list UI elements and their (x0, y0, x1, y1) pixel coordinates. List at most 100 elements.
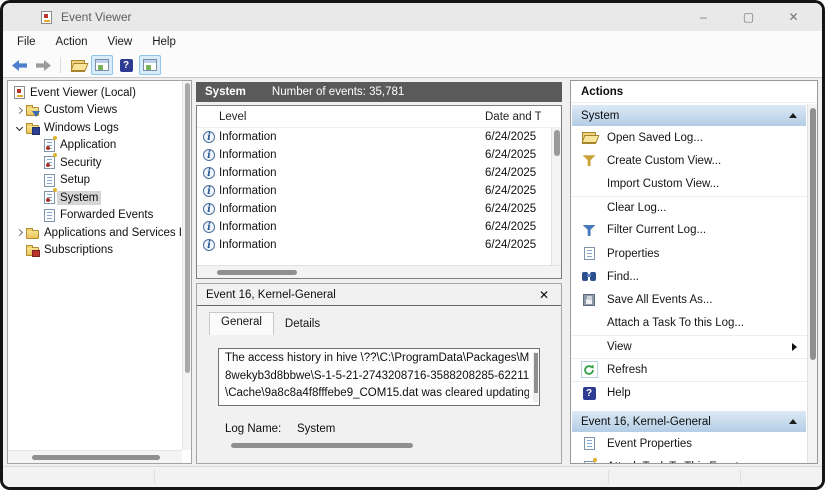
event-row[interactable]: Information 6/24/2025 (197, 128, 561, 146)
information-icon (203, 221, 215, 233)
tree-item-forwarded-events[interactable]: Forwarded Events (8, 207, 181, 225)
action-help[interactable]: Help (571, 381, 807, 404)
help-icon (120, 59, 133, 72)
menu-action[interactable]: Action (46, 36, 98, 48)
console-tree-icon (95, 59, 109, 71)
tree-item-label-selected: System (57, 191, 101, 205)
refresh-icon (581, 361, 598, 378)
submenu-arrow-icon (792, 343, 797, 351)
action-view[interactable]: View (571, 335, 807, 358)
menu-help[interactable]: Help (142, 36, 186, 48)
maximize-button[interactable]: ▢ (726, 3, 771, 31)
open-saved-log-button[interactable] (67, 55, 89, 75)
action-properties[interactable]: Properties (571, 242, 807, 265)
event-row[interactable]: Information 6/24/2025 (197, 236, 561, 254)
column-level[interactable]: Level (197, 111, 485, 123)
column-date-time[interactable]: Date and Time (485, 111, 541, 123)
funnel-icon (583, 155, 596, 166)
tree-item-application[interactable]: Application (8, 137, 181, 155)
action-refresh[interactable]: Refresh (571, 358, 807, 381)
log-name-label: Log Name: (225, 423, 297, 435)
scrollbar-thumb[interactable] (534, 353, 538, 393)
event-viewer-icon (14, 86, 25, 99)
section-header-label: System (581, 110, 619, 122)
action-filter-current-log[interactable]: Filter Current Log... (571, 219, 807, 242)
console-tree-toggle-button[interactable] (91, 55, 113, 75)
preview-header: Event 16, Kernel-General ✕ (197, 284, 561, 306)
tree-item-windows-logs[interactable]: Windows Logs (8, 119, 181, 137)
scrollbar-thumb[interactable] (231, 443, 413, 448)
event-row[interactable]: Information 6/24/2025 (197, 200, 561, 218)
tree-horizontal-scrollbar[interactable] (8, 450, 182, 463)
description-scrollbar[interactable] (533, 352, 538, 402)
event-description-box[interactable]: The access history in hive \??\C:\Progra… (218, 348, 540, 406)
menu-view[interactable]: View (98, 36, 143, 48)
tab-general[interactable]: General (209, 312, 274, 335)
action-attach-task-to-event[interactable]: Attach Task To This Event... (571, 455, 807, 463)
tree-item-applications-services-logs[interactable]: Applications and Services Logs (8, 224, 181, 242)
action-attach-task-to-log[interactable]: Attach a Task To this Log... (571, 312, 807, 335)
actions-section-system[interactable]: System (572, 105, 806, 126)
preview-close-icon[interactable]: ✕ (539, 288, 549, 302)
tree-item-label: Applications and Services Logs (44, 227, 181, 239)
minimize-button[interactable]: – (681, 3, 726, 31)
tab-details[interactable]: Details (274, 312, 331, 335)
actions-vertical-scrollbar[interactable] (807, 104, 817, 463)
scrollbar-thumb[interactable] (185, 83, 190, 373)
action-label: Properties (607, 248, 659, 260)
action-save-all-events-as[interactable]: Save All Events As... (571, 288, 807, 311)
log-name-value: System (297, 423, 335, 435)
event-row[interactable]: Information 6/24/2025 (197, 146, 561, 164)
action-event-properties[interactable]: Event Properties (571, 432, 807, 455)
action-label: Help (607, 387, 631, 399)
collapse-icon[interactable] (789, 419, 797, 424)
title-bar[interactable]: Event Viewer – ▢ ✕ (3, 3, 822, 31)
actions-title: Actions (571, 81, 817, 103)
list-horizontal-scrollbar[interactable] (197, 265, 561, 278)
log-header-bar: System Number of events: 35,781 (196, 82, 562, 102)
tree-item-system[interactable]: System (8, 189, 181, 207)
information-icon (203, 131, 215, 143)
description-line: The access history in hive \??\C:\Progra… (225, 350, 529, 368)
expander-expanded-icon[interactable] (12, 125, 26, 130)
list-vertical-scrollbar[interactable] (551, 128, 561, 265)
preview-horizontal-scrollbar[interactable] (211, 440, 547, 452)
forward-button[interactable] (32, 55, 54, 75)
tree-item-setup[interactable]: Setup (8, 172, 181, 190)
tree-item-security[interactable]: Security (8, 154, 181, 172)
action-pane-toggle-button[interactable] (139, 55, 161, 75)
log-title: System (205, 86, 246, 98)
collapse-icon[interactable] (789, 113, 797, 118)
action-create-custom-view[interactable]: Create Custom View... (571, 149, 807, 172)
close-button[interactable]: ✕ (771, 3, 816, 31)
scrollbar-thumb[interactable] (217, 270, 297, 275)
tree-vertical-scrollbar[interactable] (182, 81, 191, 450)
scrollbar-thumb[interactable] (554, 130, 560, 156)
scrollbar-thumb[interactable] (810, 108, 816, 360)
tree-item-custom-views[interactable]: Custom Views (8, 102, 181, 120)
event-row[interactable]: Information 6/24/2025 (197, 182, 561, 200)
save-icon (583, 294, 595, 306)
action-find[interactable]: Find... (571, 265, 807, 288)
help-button[interactable] (115, 55, 137, 75)
action-clear-log[interactable]: Clear Log... (571, 196, 807, 219)
tree-item-label: Application (60, 139, 116, 151)
expander-collapsed-icon[interactable] (12, 108, 26, 113)
tree-item-label: Forwarded Events (60, 209, 153, 221)
folder-icon (26, 230, 39, 239)
expander-collapsed-icon[interactable] (12, 230, 26, 235)
tree-item-subscriptions[interactable]: Subscriptions (8, 242, 181, 260)
preview-tabs: General Details (209, 312, 561, 335)
scrollbar-thumb[interactable] (32, 455, 160, 460)
toolbar (3, 53, 822, 78)
event-row[interactable]: Information 6/24/2025 (197, 218, 561, 236)
tree-item-event-viewer-local[interactable]: Event Viewer (Local) (8, 84, 181, 102)
event-row[interactable]: Information 6/24/2025 (197, 164, 561, 182)
actions-section-event[interactable]: Event 16, Kernel-General (572, 411, 806, 432)
menu-file[interactable]: File (7, 36, 46, 48)
information-icon (203, 167, 215, 179)
open-folder-icon (71, 60, 86, 71)
action-import-custom-view[interactable]: Import Custom View... (571, 172, 807, 195)
back-button[interactable] (8, 55, 30, 75)
action-open-saved-log[interactable]: Open Saved Log... (571, 126, 807, 149)
